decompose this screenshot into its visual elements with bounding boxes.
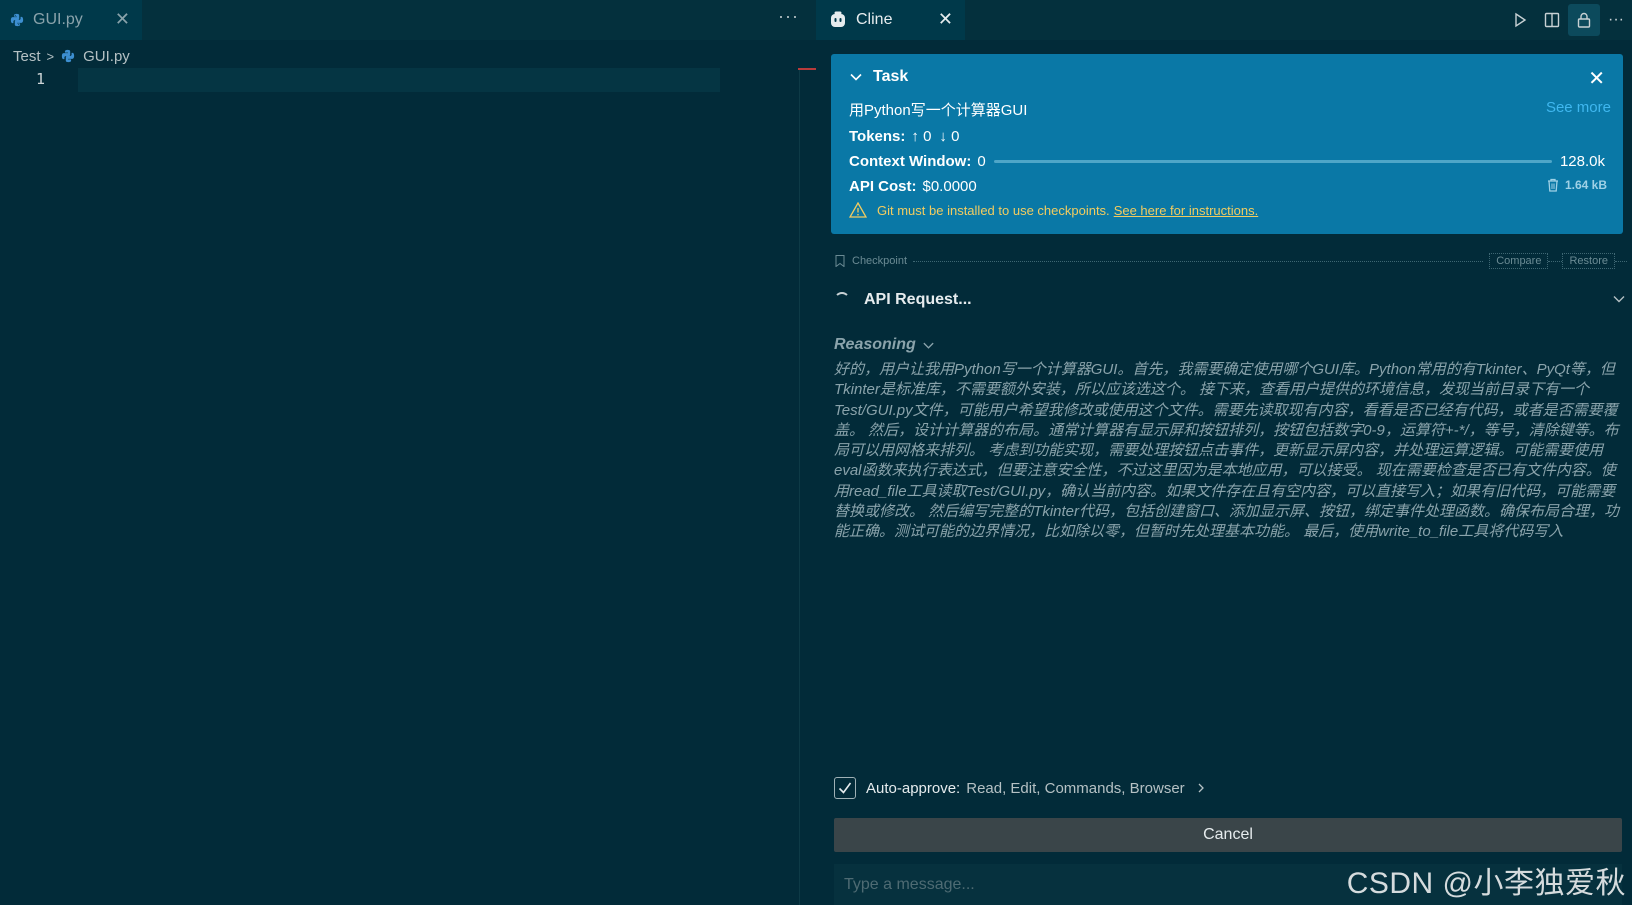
checkpoint-divider: [1548, 260, 1563, 262]
tokens-label: Tokens:: [849, 128, 906, 145]
editor-area: GUI.py ✕ ··· Test > GUI.py 1: [0, 0, 816, 905]
task-text: 用Python写一个计算器GUI: [849, 102, 1028, 119]
line-number: 1: [36, 70, 46, 88]
auto-approve-row[interactable]: Auto-approve: Read, Edit, Commands, Brow…: [834, 777, 1207, 799]
reasoning-label: Reasoning: [834, 336, 916, 353]
python-file-icon: [61, 49, 75, 63]
see-more-link[interactable]: See more: [1546, 99, 1611, 116]
chevron-down-icon: [923, 342, 934, 349]
api-cost-value: $0.0000: [922, 178, 977, 195]
context-max: 128.0k: [1559, 153, 1605, 170]
task-size[interactable]: 1.64 kB: [1547, 178, 1607, 192]
watermark: CSDN @小李独爱秋: [1346, 867, 1626, 900]
loading-spinner-icon: [834, 292, 850, 308]
checkpoint-row: Checkpoint Compare Restore: [835, 253, 1627, 269]
context-window-row: Context Window: 0 128.0k: [849, 153, 1605, 170]
breadcrumb-file[interactable]: GUI.py: [83, 48, 130, 65]
tokens-row: Tokens: ↑ 0 ↓ 0: [849, 128, 959, 145]
lock-icon[interactable]: [1568, 4, 1600, 36]
app-window: GUI.py ✕ ··· Test > GUI.py 1 Cline ✕ ···…: [0, 0, 1632, 905]
cline-panel: Cline ✕ ··· Task ✕ 用Python写一个计算器GUI See …: [816, 0, 1632, 905]
close-icon[interactable]: ✕: [1588, 66, 1605, 91]
checkpoint-label: Checkpoint: [852, 255, 908, 267]
warning-text: Git must be installed to use checkpoints…: [877, 202, 1110, 218]
auto-approve-checkbox[interactable]: [834, 777, 856, 799]
tab-label: GUI.py: [33, 11, 83, 28]
panel-tab-bar: Cline ✕ ···: [816, 0, 1632, 40]
tokens-down: ↓ 0: [939, 128, 960, 145]
tab-cline[interactable]: Cline ✕: [816, 0, 965, 40]
api-cost-label: API Cost:: [849, 178, 917, 195]
api-request-label: API Request...: [864, 291, 972, 308]
editor-divider[interactable]: [799, 70, 800, 905]
cancel-button[interactable]: Cancel: [834, 818, 1622, 852]
tab-label: Cline: [856, 11, 893, 28]
chevron-right-icon: >: [46, 48, 55, 64]
compare-button[interactable]: Compare: [1489, 253, 1549, 269]
checkpoint-divider: [1615, 260, 1627, 262]
scroll-marker: [798, 68, 816, 70]
restore-button[interactable]: Restore: [1562, 253, 1615, 269]
context-progress-bar: [993, 160, 1552, 163]
python-file-icon: [10, 13, 24, 27]
task-card: Task ✕ 用Python写一个计算器GUI See more Tokens:…: [831, 54, 1623, 234]
robot-icon: [831, 11, 845, 27]
chevron-down-icon: [850, 73, 862, 81]
bookmark-icon: [835, 255, 845, 267]
split-editor-icon[interactable]: [1536, 4, 1568, 36]
context-used: 0: [977, 153, 986, 170]
api-cost-row: API Cost: $0.0000: [849, 178, 977, 195]
git-warning: Git must be installed to use checkpoints…: [849, 202, 1258, 218]
more-icon[interactable]: ···: [1600, 4, 1632, 36]
reasoning-toggle[interactable]: Reasoning: [834, 336, 935, 354]
breadcrumb: Test > GUI.py: [13, 46, 130, 66]
editor-tab-bar: GUI.py ✕ ···: [0, 0, 816, 40]
current-line-highlight[interactable]: [78, 68, 720, 92]
auto-approve-values: Read, Edit, Commands, Browser: [966, 779, 1185, 797]
checkpoint-divider: [913, 260, 1484, 262]
trash-icon: [1547, 178, 1558, 192]
warning-icon: [849, 202, 867, 218]
auto-approve-label: Auto-approve:: [866, 779, 961, 797]
tab-gui-py[interactable]: GUI.py ✕: [0, 0, 142, 40]
tokens-up: ↑ 0: [911, 128, 932, 145]
panel-toolbar: ···: [1504, 0, 1632, 40]
close-icon[interactable]: ✕: [115, 9, 130, 30]
breadcrumb-folder[interactable]: Test: [13, 48, 41, 65]
more-actions-icon[interactable]: ···: [778, 6, 799, 27]
instructions-link[interactable]: See here for instructions.: [1114, 203, 1259, 218]
context-label: Context Window:: [849, 153, 972, 170]
api-request-row[interactable]: API Request...: [834, 286, 1626, 314]
chevron-down-icon: [1613, 296, 1625, 303]
size-value: 1.64 kB: [1564, 178, 1607, 192]
check-icon: [838, 782, 852, 794]
chevron-right-icon: [1198, 783, 1204, 793]
run-icon[interactable]: [1504, 4, 1536, 36]
task-header[interactable]: Task: [849, 68, 908, 86]
close-icon[interactable]: ✕: [938, 9, 953, 30]
task-title: Task: [873, 68, 909, 85]
reasoning-text: 好的，用户让我用Python写一个计算器GUI。首先，我需要确定使用哪个GUI库…: [834, 361, 1620, 541]
